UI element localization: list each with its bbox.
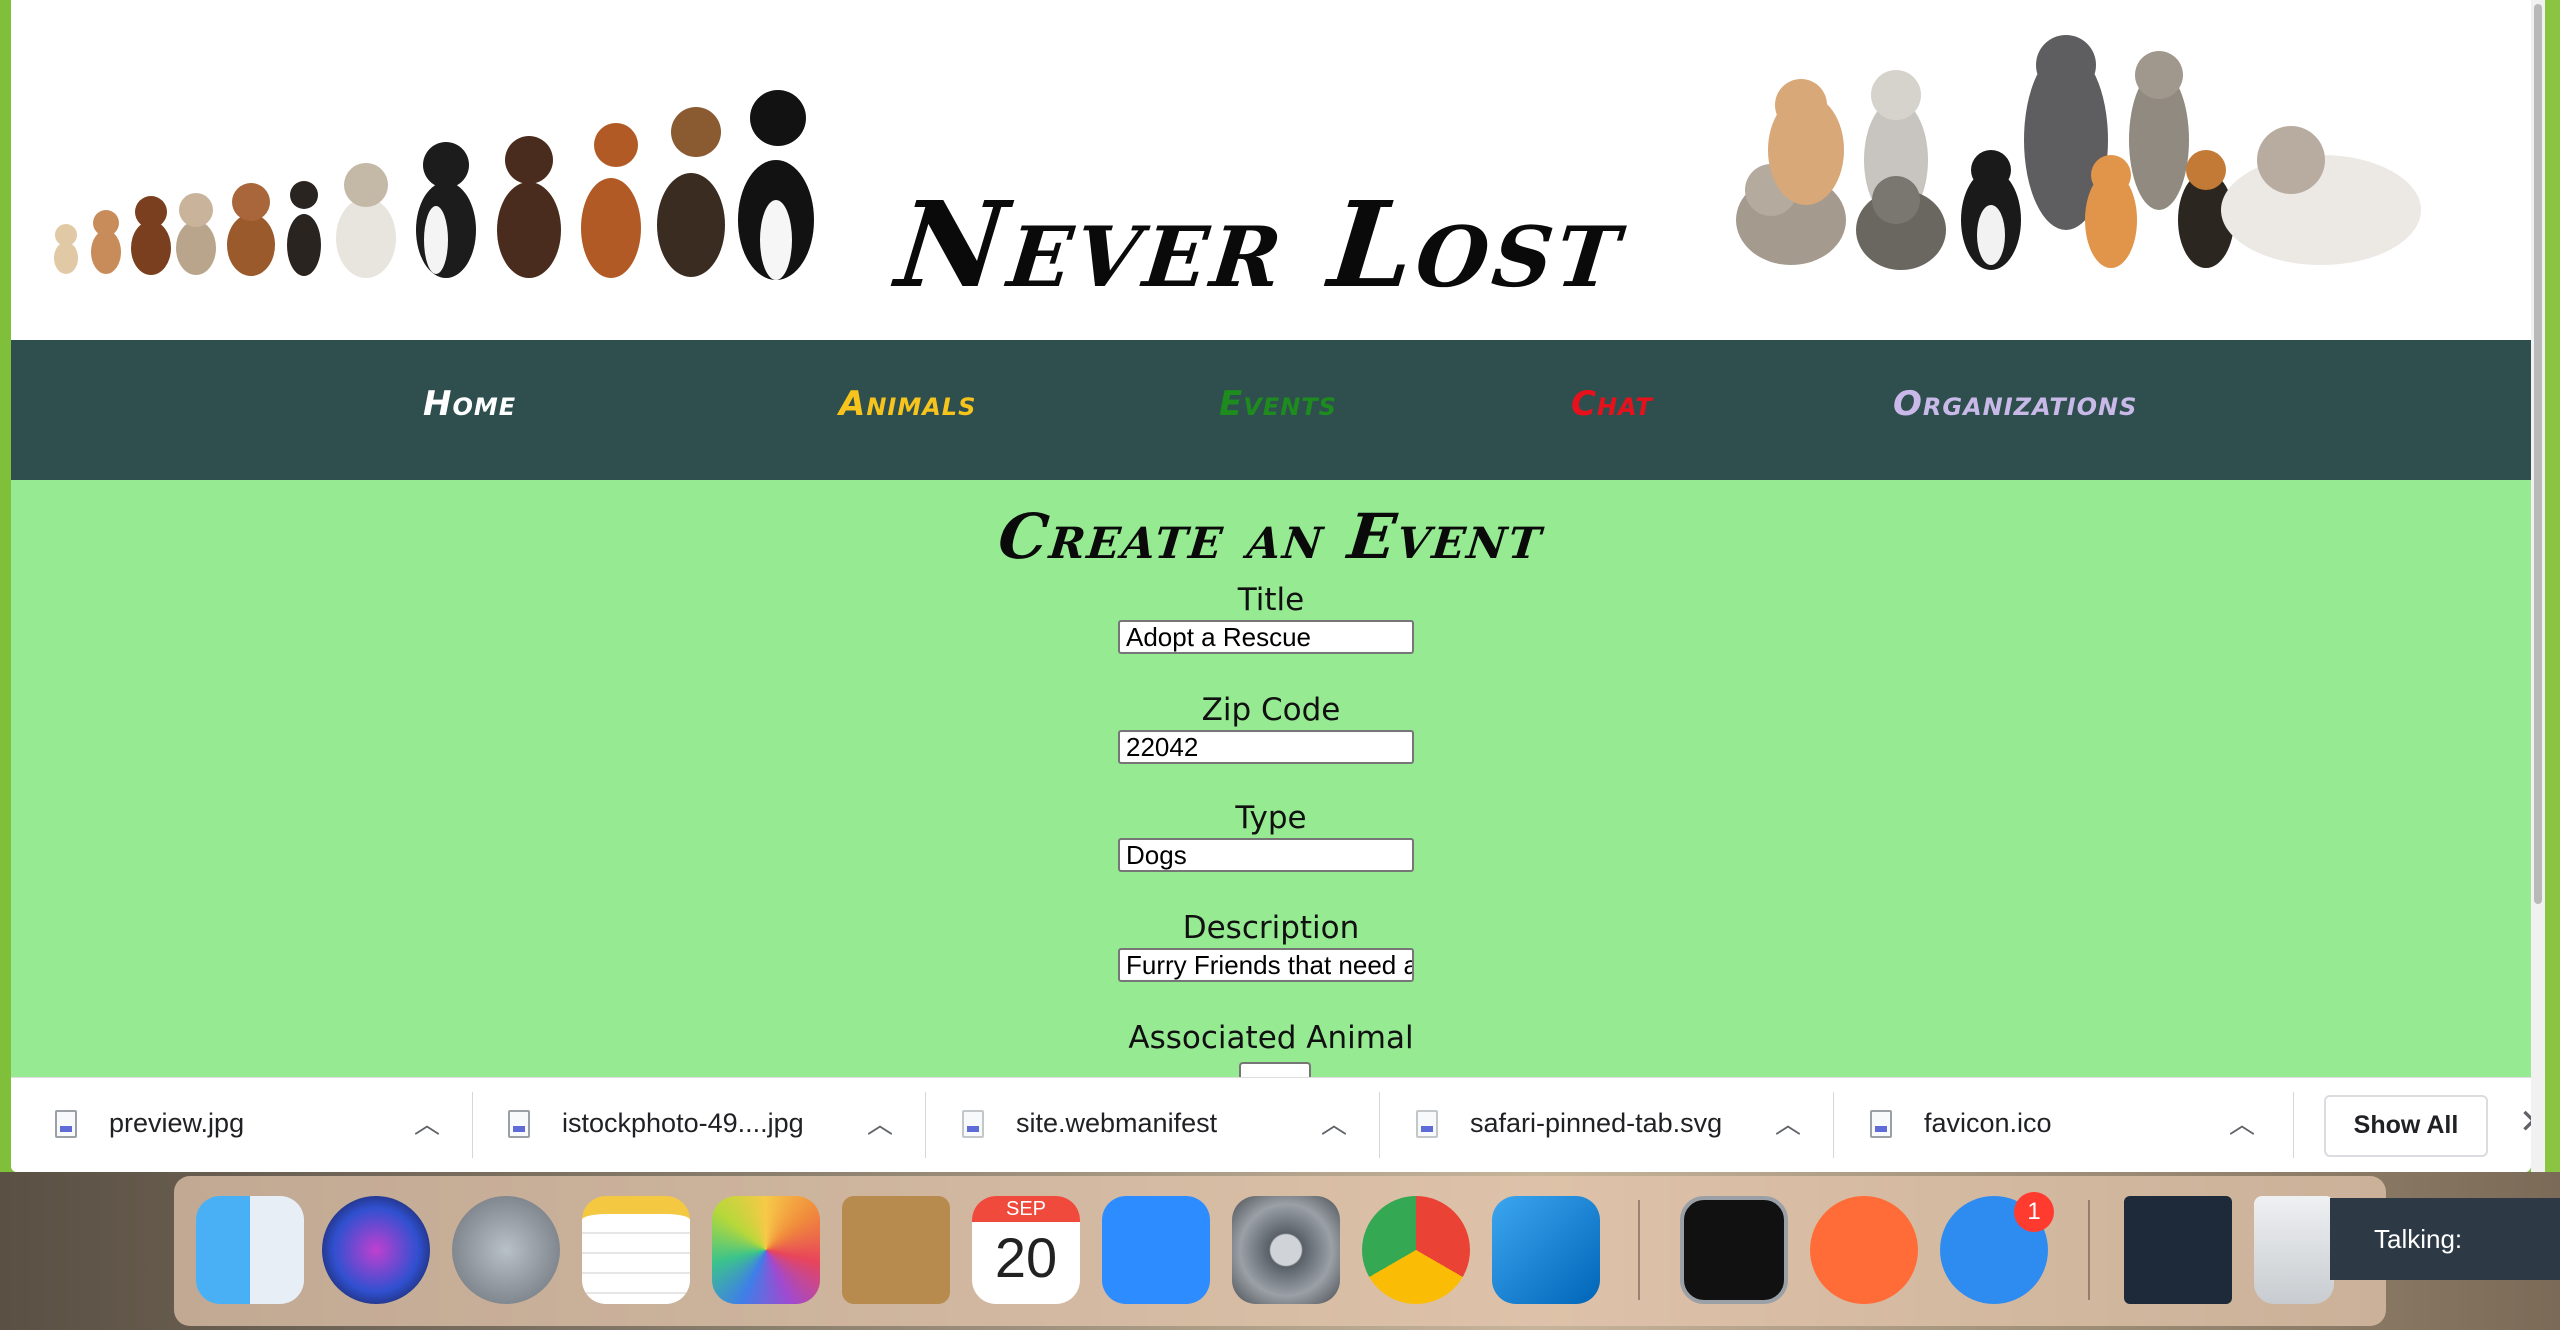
- divider: [2293, 1092, 2294, 1158]
- show-all-button[interactable]: Show All: [2324, 1095, 2488, 1157]
- notes-icon[interactable]: [582, 1196, 690, 1304]
- download-filename: safari-pinned-tab.svg: [1470, 1108, 1723, 1138]
- dock-divider: [1638, 1200, 1640, 1300]
- title-input[interactable]: Adopt a Rescue: [1118, 620, 1414, 654]
- chevron-up-icon[interactable]: ︿: [1775, 1104, 1801, 1141]
- jpeg-file-icon: [55, 1110, 77, 1138]
- chevron-up-icon[interactable]: ︿: [414, 1104, 440, 1141]
- browser-viewport: Never Lost Home Animals Events Chat Orga…: [11, 0, 2531, 1172]
- download-item[interactable]: istockphoto-49....jpg ︿: [464, 1078, 917, 1172]
- calendar-icon[interactable]: SEP 20: [972, 1196, 1080, 1304]
- download-item[interactable]: preview.jpg ︿: [11, 1078, 464, 1172]
- nav-events-link[interactable]: Events: [1219, 384, 1337, 424]
- chevron-up-icon[interactable]: ︿: [1321, 1104, 1347, 1141]
- description-label: Description: [1182, 910, 1360, 946]
- zoom-icon[interactable]: [1102, 1196, 1210, 1304]
- ico-file-icon: [1870, 1110, 1892, 1138]
- system-preferences-icon[interactable]: [1232, 1196, 1340, 1304]
- nav-chat-link[interactable]: Chat: [1571, 384, 1653, 424]
- desktop-edge: [2545, 0, 2560, 1330]
- download-item[interactable]: favicon.ico ︿: [1826, 1078, 2279, 1172]
- notification-badge: 1: [2014, 1192, 2054, 1232]
- description-input[interactable]: Furry Friends that need a: [1118, 948, 1414, 982]
- activity-monitor-icon[interactable]: [1680, 1196, 1788, 1304]
- talking-indicator: Talking:: [2330, 1198, 2560, 1280]
- download-filename: preview.jpg: [109, 1108, 245, 1138]
- download-item[interactable]: site.webmanifest ︿: [918, 1078, 1371, 1172]
- download-filename: istockphoto-49....jpg: [562, 1108, 804, 1138]
- launchpad-icon[interactable]: [452, 1196, 560, 1304]
- zip-code-label: Zip Code: [1201, 692, 1341, 728]
- chevron-up-icon[interactable]: ︿: [2229, 1104, 2255, 1141]
- type-label: Type: [1235, 800, 1307, 836]
- form-heading: Create an Event: [995, 500, 1547, 573]
- chevron-up-icon[interactable]: ︿: [867, 1104, 893, 1141]
- document-file-icon: [1416, 1110, 1438, 1138]
- dogs-banner-image: [54, 90, 814, 280]
- download-item[interactable]: safari-pinned-tab.svg ︿: [1372, 1078, 1825, 1172]
- vscode-window-icon[interactable]: [2124, 1196, 2232, 1304]
- site-title: Never Lost: [890, 175, 1632, 314]
- create-event-section: Create an Event Title Adopt a Rescue Zip…: [11, 480, 2531, 1172]
- contacts-icon[interactable]: [842, 1196, 950, 1304]
- siri-icon[interactable]: [322, 1196, 430, 1304]
- vertical-scrollbar[interactable]: [2531, 0, 2545, 1172]
- nav-organizations-link[interactable]: Organizations: [1893, 384, 2137, 424]
- downloads-bar: preview.jpg ︿ istockphoto-49....jpg ︿ si…: [11, 1077, 2531, 1172]
- jpeg-file-icon: [508, 1110, 530, 1138]
- type-input[interactable]: Dogs: [1118, 838, 1414, 872]
- trash-icon[interactable]: [2254, 1196, 2334, 1304]
- zip-code-input[interactable]: 22042: [1118, 730, 1414, 764]
- calendar-day: 20: [994, 1226, 1058, 1289]
- finder-icon[interactable]: [196, 1196, 304, 1304]
- nav-home-link[interactable]: Home: [423, 384, 516, 424]
- chrome-icon[interactable]: [1362, 1196, 1470, 1304]
- main-navigation: Home Animals Events Chat Organizations: [11, 340, 2531, 480]
- dock-divider: [2088, 1200, 2090, 1300]
- download-filename: site.webmanifest: [1016, 1108, 1218, 1138]
- site-header: Never Lost: [11, 0, 2531, 340]
- cats-banner-image: [1736, 35, 2421, 270]
- postman-icon[interactable]: [1810, 1196, 1918, 1304]
- download-filename: favicon.ico: [1924, 1108, 2052, 1138]
- title-label: Title: [1237, 582, 1305, 618]
- photos-icon[interactable]: [712, 1196, 820, 1304]
- nav-animals-link[interactable]: Animals: [839, 384, 976, 424]
- close-icon[interactable]: ✕: [2519, 1102, 2531, 1142]
- calendar-month: SEP: [972, 1196, 1080, 1222]
- scrollbar-thumb[interactable]: [2534, 4, 2542, 904]
- associated-animal-label: Associated Animal: [1128, 1020, 1414, 1056]
- vscode-icon[interactable]: [1492, 1196, 1600, 1304]
- blank-file-icon: [962, 1110, 984, 1138]
